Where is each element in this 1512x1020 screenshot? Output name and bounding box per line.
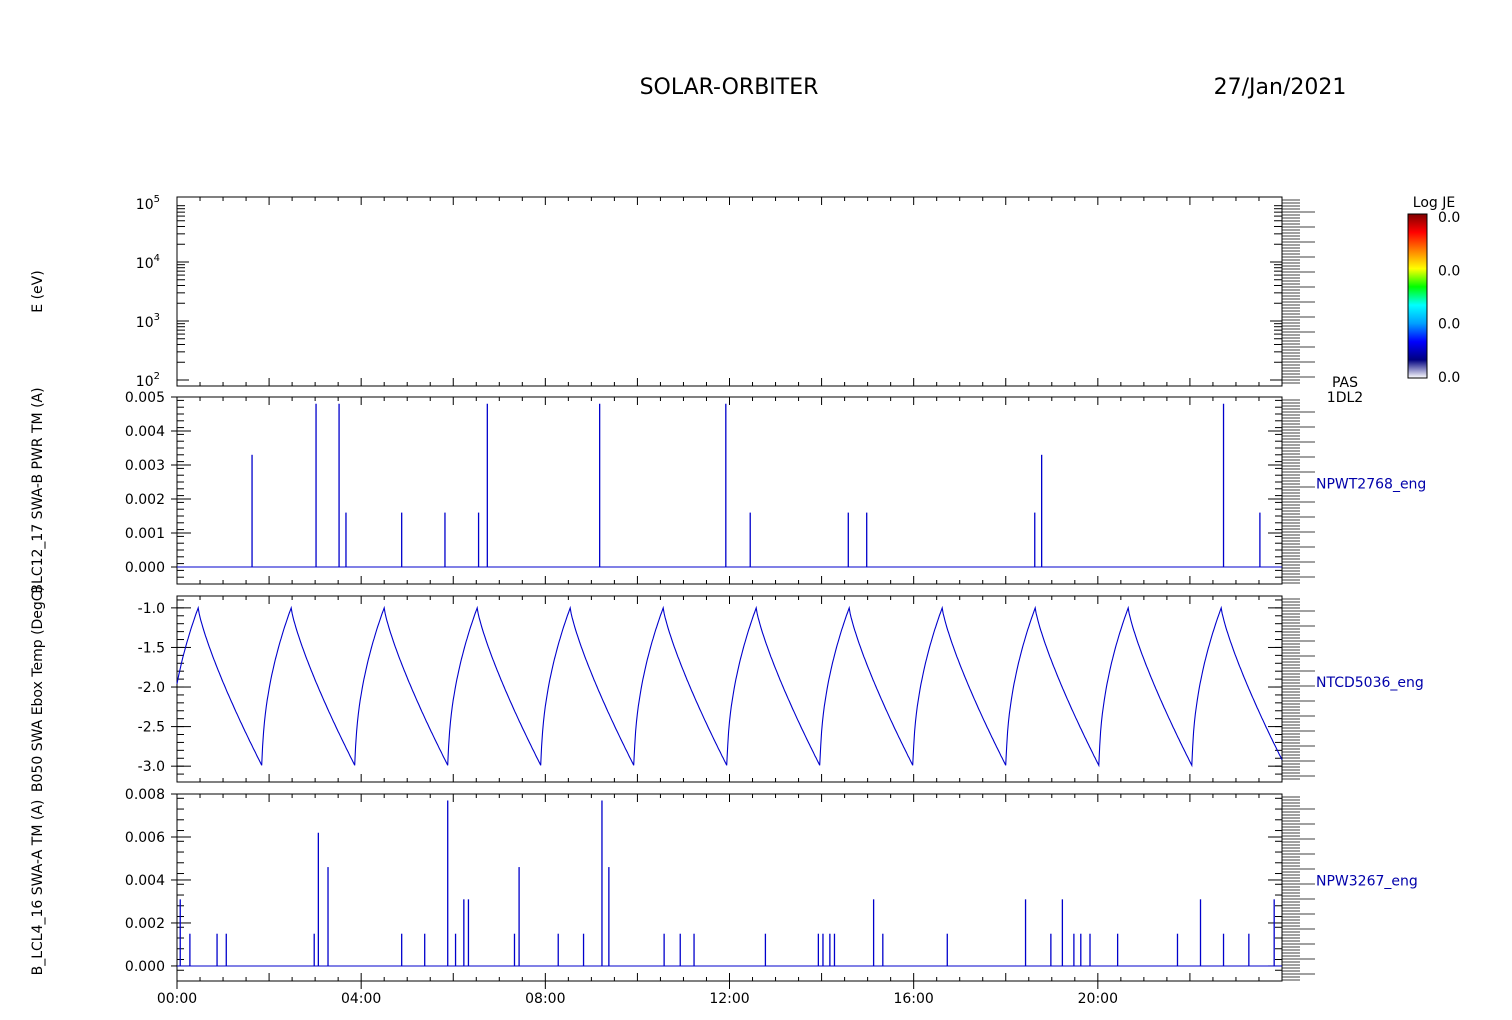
tick-exponent: 4 xyxy=(154,253,160,264)
tick-exponent: 5 xyxy=(154,194,160,205)
y-tick-label: 0.004 xyxy=(125,424,165,440)
x-tick-label-1600: 16:00 xyxy=(893,991,933,1007)
temperature-trace xyxy=(176,605,1283,768)
y-axis-label-panel1: E (eV) xyxy=(30,270,46,312)
y-axis-label-panel3: B050 SWA Ebox Temp (DegC) xyxy=(30,586,46,792)
tick-exponent: 2 xyxy=(154,371,160,382)
y-tick-label: 0.002 xyxy=(125,492,165,508)
y-tick-label: 0.000 xyxy=(125,959,165,975)
tick-base: 10 xyxy=(136,197,154,213)
y-tick-label: 0.004 xyxy=(125,873,165,889)
y-axis-label-panel4: B_LCL4_16 SWA-A TM (A) xyxy=(30,800,46,976)
y-tick-label: -2.0 xyxy=(138,680,165,696)
panel-4 xyxy=(176,793,1315,982)
tick-exponent: 3 xyxy=(154,312,160,323)
mission-title: SOLAR-ORBITER xyxy=(640,75,819,100)
colorbar-tick-label: 0.0 xyxy=(1438,317,1460,333)
tick-base: 10 xyxy=(136,256,154,272)
y-tick-label: 0.002 xyxy=(125,916,165,932)
y-tick-label: -2.5 xyxy=(138,720,165,736)
right-label-1dl2: 1DL2 xyxy=(1327,390,1363,406)
plot-layer: 00:00 04:00 08:00 12:00 16:00 20:001021031041… xyxy=(30,194,1460,1007)
y-tick-label: 0.005 xyxy=(125,390,165,406)
right-label-panel2: NPWT2768_eng xyxy=(1316,477,1426,493)
y-tick-label: -3.0 xyxy=(138,759,165,775)
colorbar xyxy=(1407,213,1428,379)
panel-frame xyxy=(176,595,1283,783)
panel-frame xyxy=(176,396,1283,585)
colorbar-tick-label: 0.0 xyxy=(1438,370,1460,386)
panel-frame xyxy=(176,793,1283,982)
panel-frame xyxy=(176,196,1283,387)
tick-base: 10 xyxy=(136,374,154,390)
y-tick-label: -1.5 xyxy=(138,640,165,656)
x-tick-label-2000: 20:00 xyxy=(1078,991,1118,1007)
y-tick-label-panel1: 103 xyxy=(136,312,160,331)
colorbar-tick-label: 0.0 xyxy=(1438,263,1460,279)
x-tick-label-0000: 00:00 xyxy=(157,991,197,1007)
solar-orbiter-stack-plot: SOLAR-ORBITER 27/Jan/2021 00:00 04:00 08:0… xyxy=(30,75,1460,1007)
y-axis-label-panel2: BLC12_17 SWA-B PWR TM (A) xyxy=(30,387,46,593)
right-label-panel3: NTCD5036_eng xyxy=(1316,675,1424,691)
y-tick-label: 0.008 xyxy=(125,787,165,803)
y-tick-label-panel1: 102 xyxy=(136,371,160,390)
right-label-pas: PAS xyxy=(1332,375,1358,391)
panel-3 xyxy=(176,595,1315,783)
tick-base: 10 xyxy=(136,315,154,331)
x-tick-label-0400: 04:00 xyxy=(341,991,381,1007)
y-tick-label: 0.003 xyxy=(125,458,165,474)
date-label: 27/Jan/2021 xyxy=(1214,75,1347,100)
y-tick-label: 0.006 xyxy=(125,830,165,846)
y-tick-label-panel1: 104 xyxy=(136,253,160,272)
y-tick-label-panel1: 105 xyxy=(136,194,160,213)
colorbar-title: Log JE xyxy=(1413,195,1455,211)
right-label-panel4: NPW3267_eng xyxy=(1316,874,1418,890)
panel-1 xyxy=(176,196,1315,387)
y-tick-label: 0.001 xyxy=(125,526,165,542)
x-tick-label-0800: 08:00 xyxy=(525,991,565,1007)
colorbar-tick-label: 0.0 xyxy=(1438,210,1460,226)
panel-2 xyxy=(176,396,1315,585)
y-tick-label: 0.000 xyxy=(125,560,165,576)
y-tick-label: -1.0 xyxy=(138,601,165,617)
x-tick-label-1200: 12:00 xyxy=(709,991,749,1007)
